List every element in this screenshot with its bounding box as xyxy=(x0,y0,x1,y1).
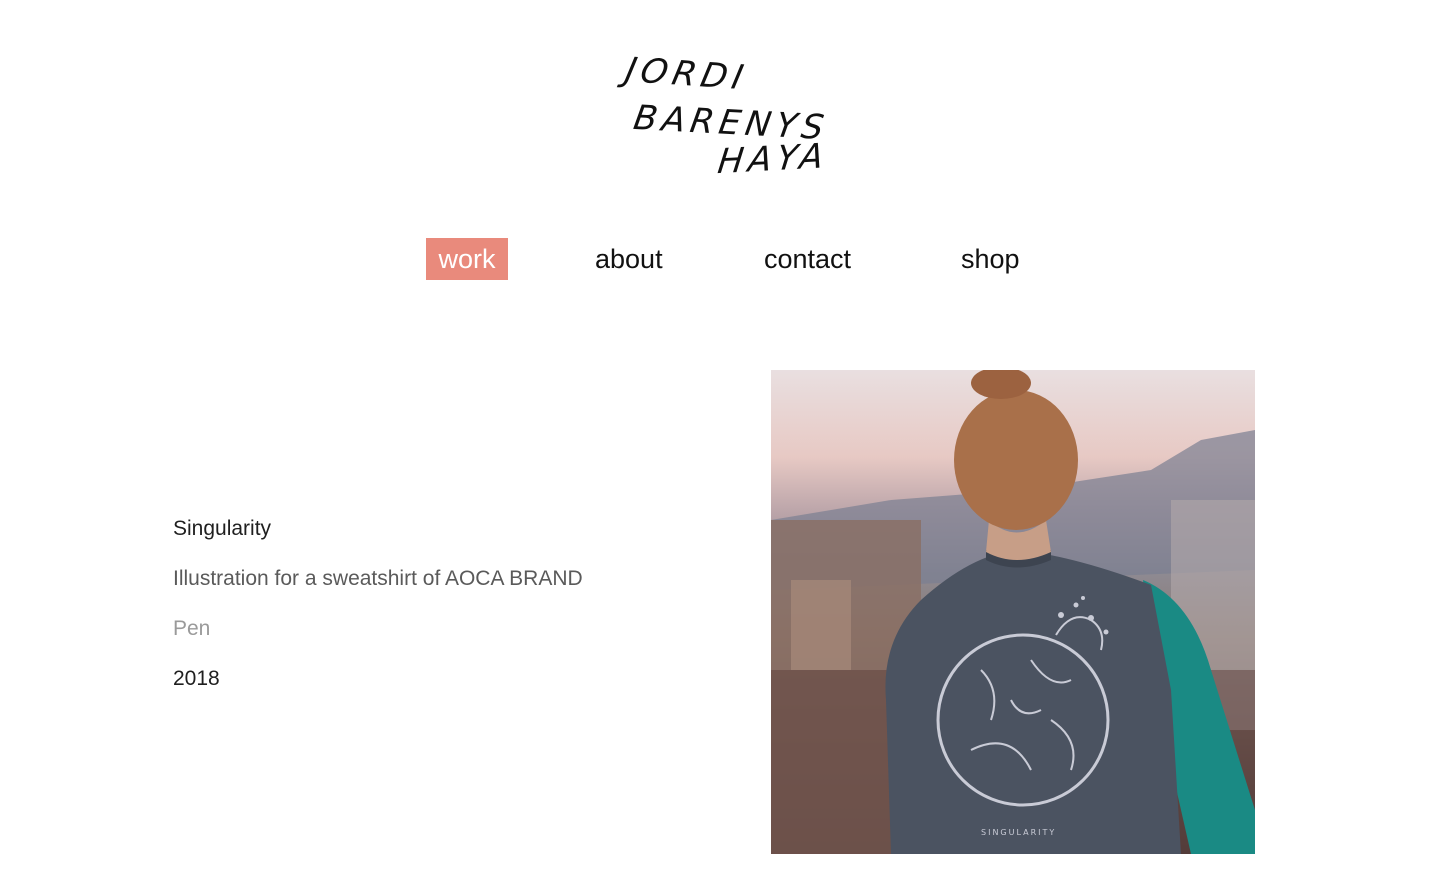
project-medium: Pen xyxy=(173,617,211,640)
project-title: Singularity xyxy=(173,517,272,540)
project-description: Illustration for a sweatshirt of AOCA BR… xyxy=(173,567,583,590)
photo-illustration: SINGULARITY xyxy=(771,370,1255,854)
print-text: SINGULARITY xyxy=(981,828,1056,837)
site-logo[interactable]: JORDI BARENYS HAYA xyxy=(618,46,832,186)
logo-line-1: JORDI xyxy=(621,50,752,99)
project-photo[interactable]: SINGULARITY xyxy=(771,370,1255,854)
project-info: Singularity Illustration for a sweatshir… xyxy=(173,514,733,714)
nav-about-link[interactable]: about xyxy=(585,238,673,280)
main-nav: work about contact shop xyxy=(0,238,1456,280)
logo-line-3: HAYA xyxy=(715,136,831,183)
project-year: 2018 xyxy=(173,667,220,690)
page: JORDI BARENYS HAYA work about contact sh… xyxy=(0,0,1456,888)
nav-shop-link[interactable]: shop xyxy=(951,238,1030,280)
nav-work-link[interactable]: work xyxy=(426,238,508,280)
nav-contact-link[interactable]: contact xyxy=(754,238,861,280)
